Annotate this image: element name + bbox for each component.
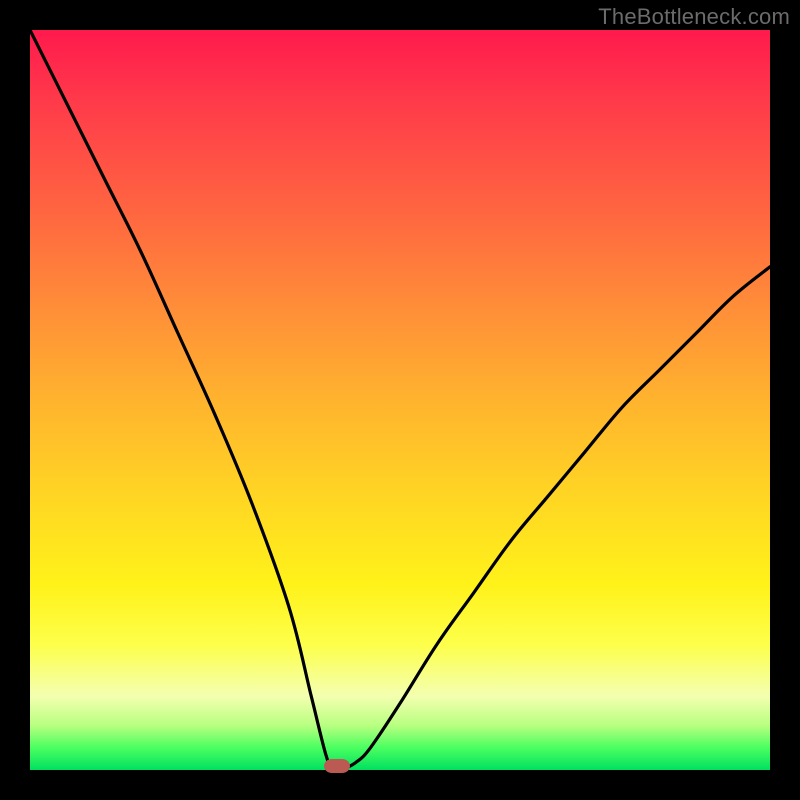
plot-area bbox=[30, 30, 770, 770]
bottleneck-curve bbox=[30, 30, 770, 770]
optimal-marker bbox=[324, 759, 350, 773]
watermark-text: TheBottleneck.com bbox=[598, 4, 790, 30]
chart-frame: TheBottleneck.com bbox=[0, 0, 800, 800]
